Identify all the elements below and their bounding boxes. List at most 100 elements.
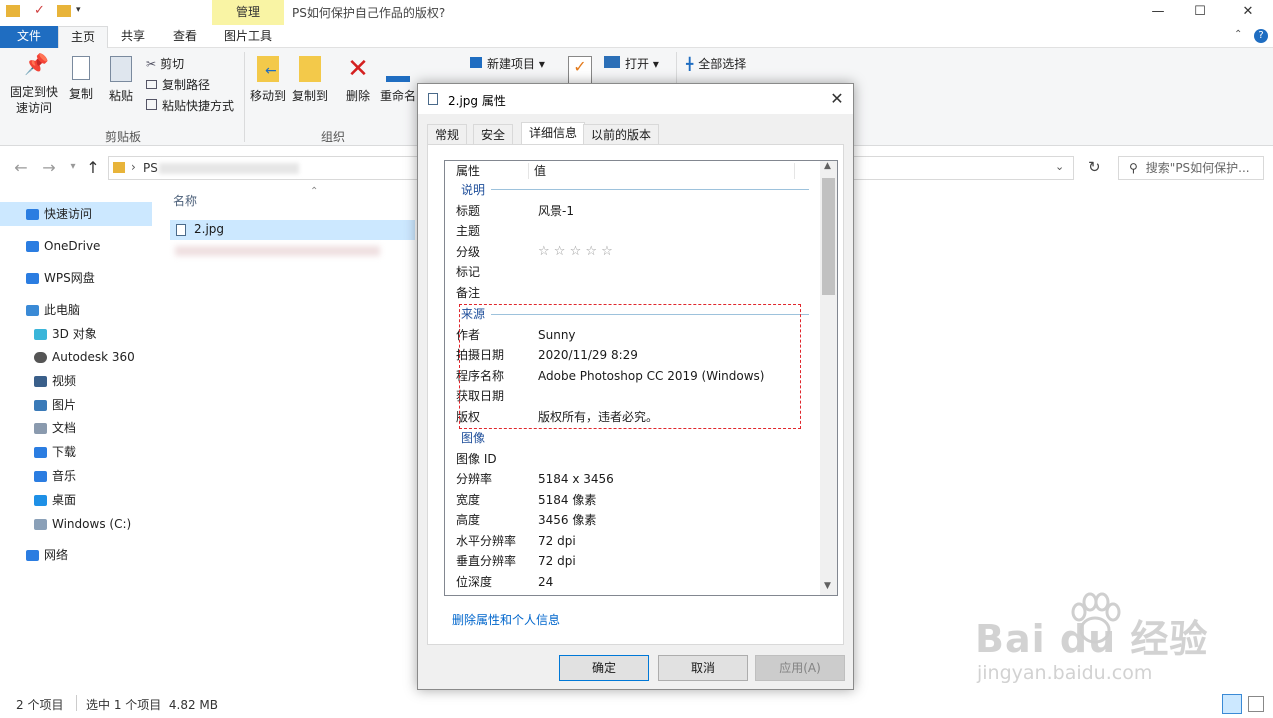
open-button[interactable]: 打开 ▾ xyxy=(604,54,659,74)
new-folder-icon[interactable] xyxy=(57,5,71,17)
status-selection: 选中 1 个项目 4.82 MB xyxy=(86,698,219,712)
section-description: 说明 xyxy=(461,183,486,197)
property-scrollbar[interactable]: ▲ ▼ xyxy=(820,161,837,595)
scroll-up-icon[interactable]: ▲ xyxy=(824,161,831,171)
autodesk-icon xyxy=(34,352,47,363)
nav-label: OneDrive xyxy=(44,239,101,253)
forward-arrow-icon[interactable]: → xyxy=(40,158,58,177)
tab-file[interactable]: 文件 xyxy=(0,26,58,48)
property-key: 图像 ID xyxy=(456,452,497,466)
copy-button[interactable]: 复制 xyxy=(64,56,98,102)
tab-general[interactable]: 常规 xyxy=(427,124,468,145)
open-image-icon xyxy=(604,56,620,68)
apply-button[interactable]: 应用(A) xyxy=(755,655,845,681)
remove-properties-link[interactable]: 删除属性和个人信息 xyxy=(452,611,560,628)
nav-item-autodesk[interactable]: Autodesk 360 xyxy=(34,346,135,368)
tab-view[interactable]: 查看 xyxy=(163,26,207,48)
header-property[interactable]: 属性 xyxy=(456,161,480,181)
ok-button[interactable]: 确定 xyxy=(559,655,649,681)
property-list[interactable]: 属性 值 说明 标题 风景-1 主题 分级 ☆ ☆ ☆ ☆ ☆ 标记 备注 来源 作… xyxy=(444,160,838,596)
property-value: 5184 x 3456 xyxy=(538,472,614,486)
nav-item-downloads[interactable]: 下载 xyxy=(34,441,76,463)
property-key: 分辨率 xyxy=(456,472,493,486)
tab-home[interactable]: 主页 xyxy=(58,26,108,48)
help-icon[interactable]: ? xyxy=(1254,29,1268,43)
status-bar: 2 个项目 选中 1 个项目 4.82 MB xyxy=(0,692,1273,718)
pin-quick-access-button[interactable]: 📌 固定到快 速访问 xyxy=(6,54,62,116)
nav-item-pictures[interactable]: 图片 xyxy=(34,394,76,416)
tab-previous-versions[interactable]: 以前的版本 xyxy=(583,124,660,145)
paste-shortcut-button[interactable]: 粘贴快捷方式 xyxy=(146,96,234,116)
tab-share[interactable]: 共享 xyxy=(111,26,155,48)
ribbon-tab-row: 文件 主页 共享 查看 图片工具 ⌃ ? xyxy=(0,26,1273,48)
property-value: 5184 像素 xyxy=(538,493,597,507)
delete-button[interactable]: ✕ 删除 xyxy=(342,56,374,104)
nav-item-windows-c[interactable]: Windows (C:) xyxy=(34,513,131,535)
copy-to-icon xyxy=(299,56,321,82)
cut-button[interactable]: ✂ 剪切 xyxy=(146,54,184,74)
properties-check-icon[interactable]: ✓ xyxy=(34,3,45,18)
search-input[interactable]: ⚲ 搜索"PS如何保护... xyxy=(1118,156,1264,180)
blurred-file-row[interactable] xyxy=(175,246,380,256)
nav-item-wps-drive[interactable]: WPS网盘 xyxy=(26,267,95,289)
details-view-icon[interactable] xyxy=(1222,694,1242,714)
nav-item-music[interactable]: 音乐 xyxy=(34,465,76,487)
nav-item-quick-access[interactable]: 快速访问 xyxy=(26,203,92,225)
up-arrow-icon[interactable]: ↑ xyxy=(84,158,102,177)
property-value: 72 dpi xyxy=(538,554,576,568)
drive-icon xyxy=(34,519,47,530)
close-button[interactable]: ✕ xyxy=(1238,3,1258,21)
nav-item-videos[interactable]: 视频 xyxy=(34,370,76,392)
nav-item-network[interactable]: 网络 xyxy=(26,544,68,566)
large-icons-view-icon[interactable] xyxy=(1248,696,1264,712)
collapse-ribbon-icon[interactable]: ⌃ xyxy=(1234,29,1242,40)
nav-item-onedrive[interactable]: OneDrive xyxy=(26,235,100,257)
nav-item-documents[interactable]: 文档 xyxy=(34,417,76,439)
copy-to-button[interactable]: 复制到 xyxy=(290,56,330,104)
copy-label: 复制 xyxy=(68,87,93,101)
properties-icon[interactable]: ✓ xyxy=(568,56,592,84)
dialog-close-button[interactable]: ✕ xyxy=(826,88,848,110)
minimize-button[interactable]: — xyxy=(1148,3,1168,21)
nav-label: 网络 xyxy=(44,548,69,562)
tab-picture-tools[interactable]: 图片工具 xyxy=(214,26,282,48)
quick-access-dropdown-icon[interactable]: ▾ xyxy=(76,5,81,15)
nav-item-desktop[interactable]: 桌面 xyxy=(34,489,76,511)
rename-button[interactable]: 重命名 xyxy=(378,56,418,104)
rating-stars[interactable]: ☆ ☆ ☆ ☆ ☆ xyxy=(538,242,613,262)
scrollbar-thumb[interactable] xyxy=(822,178,835,295)
cancel-button[interactable]: 取消 xyxy=(658,655,748,681)
rename-label: 重命名 xyxy=(379,89,416,103)
nav-item-3d-objects[interactable]: 3D 对象 xyxy=(34,323,97,345)
back-arrow-icon[interactable]: ← xyxy=(12,158,30,177)
select-all-button[interactable]: ╋ 全部选择 xyxy=(686,54,746,74)
nav-label: 快速访问 xyxy=(44,207,93,221)
paste-icon xyxy=(110,56,132,82)
search-placeholder: 搜索"PS如何保护... xyxy=(1145,161,1250,175)
copy-path-button[interactable]: 复制路径 xyxy=(146,75,210,95)
refresh-icon[interactable]: ↻ xyxy=(1088,158,1101,176)
paste-button[interactable]: 粘贴 xyxy=(104,56,138,104)
property-value: 3456 像素 xyxy=(538,513,597,527)
address-dropdown-icon[interactable]: ⌄ xyxy=(1055,160,1064,173)
copy-path-icon xyxy=(146,80,157,89)
desktop-icon xyxy=(34,495,47,506)
highlight-box xyxy=(459,304,801,429)
header-value[interactable]: 值 xyxy=(534,161,546,181)
tab-details[interactable]: 详细信息 xyxy=(521,122,586,145)
status-item-count: 2 个项目 xyxy=(16,698,64,712)
star-icon xyxy=(26,209,39,220)
nav-item-this-pc[interactable]: 此电脑 xyxy=(26,299,80,321)
move-to-button[interactable]: ← 移动到 xyxy=(248,56,288,104)
tab-security[interactable]: 安全 xyxy=(473,124,514,145)
recent-locations-icon[interactable]: ▾ xyxy=(64,161,82,172)
scroll-down-icon[interactable]: ▼ xyxy=(824,581,831,591)
file-row-selected[interactable]: 2.jpg xyxy=(170,220,415,240)
delete-label: 删除 xyxy=(345,89,370,103)
maximize-button[interactable]: ☐ xyxy=(1190,3,1210,21)
column-header-name[interactable]: 名称 xyxy=(173,192,197,209)
property-value: 风景-1 xyxy=(538,204,574,218)
nav-label: 视频 xyxy=(52,374,77,388)
manage-tab[interactable]: 管理 xyxy=(212,0,284,25)
new-item-button[interactable]: 新建项目 ▾ xyxy=(470,54,545,74)
